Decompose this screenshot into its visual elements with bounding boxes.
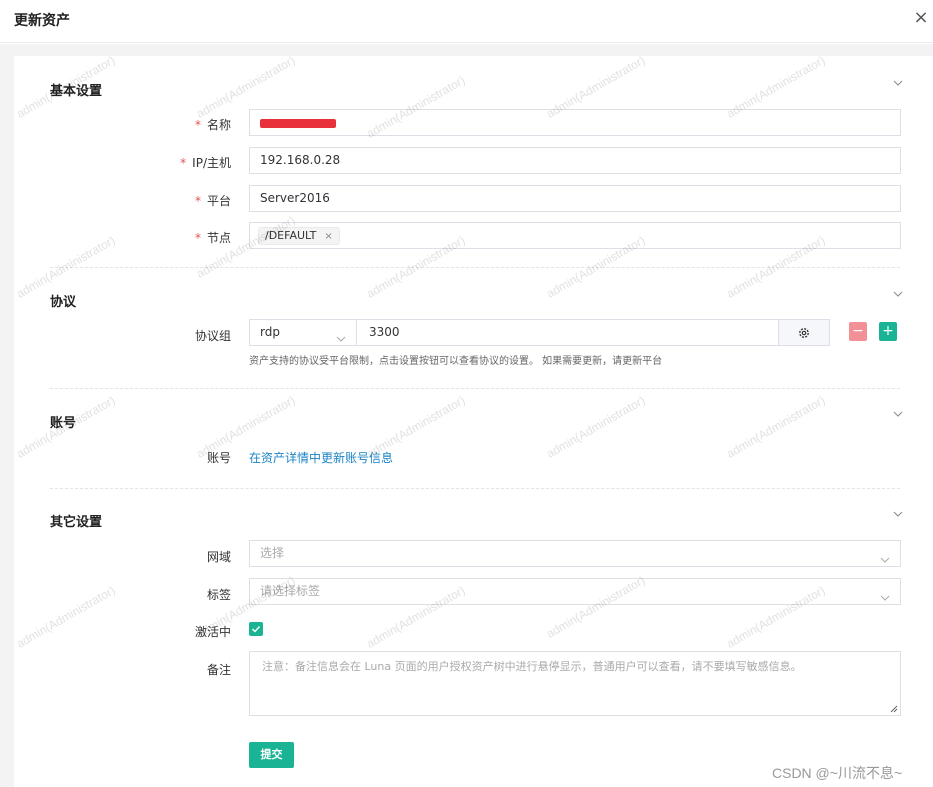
labels-select[interactable]: 请选择标签	[249, 578, 901, 605]
protocol-help-text: 资产支持的协议受平台限制，点击设置按钮可以查看协议的设置。 如果需要更新，请更新…	[249, 356, 663, 367]
domain-select[interactable]: 选择	[249, 540, 901, 567]
name-input[interactable]	[249, 109, 901, 136]
divider	[50, 388, 900, 389]
tag-remove-icon[interactable]: ×	[324, 231, 332, 242]
close-icon[interactable]: ×	[911, 8, 931, 28]
section-title-account: 账号	[50, 416, 77, 431]
comment-textarea[interactable]: 注意：备注信息会在 Luna 页面的用户授权资产树中进行悬停显示，普通用户可以查…	[249, 651, 901, 716]
section-title-other: 其它设置	[50, 515, 103, 530]
resize-handle-icon[interactable]	[890, 705, 898, 713]
labels-label: 标签	[206, 588, 231, 602]
protocol-select[interactable]: rdp	[249, 319, 357, 346]
protocol-settings-button[interactable]	[778, 319, 830, 346]
chevron-down-icon	[880, 587, 890, 601]
platform-label: * 平台	[194, 194, 231, 208]
chevron-down-icon[interactable]	[893, 289, 903, 299]
node-label: * 节点	[194, 231, 231, 245]
active-label: 激活中	[194, 625, 231, 639]
node-tag: /DEFAULT ×	[258, 227, 340, 245]
domain-label: 网域	[206, 550, 231, 564]
dialog-header: 更新资产 ×	[0, 0, 933, 43]
host-label: * IP/主机	[180, 156, 231, 170]
divider	[50, 267, 900, 268]
protocol-label: 协议组	[194, 329, 231, 343]
host-input[interactable]: 192.168.0.28	[249, 147, 901, 174]
chevron-down-icon[interactable]	[893, 509, 903, 519]
section-title-protocol: 协议	[50, 295, 77, 310]
chevron-down-icon	[336, 328, 346, 342]
check-icon	[252, 626, 261, 633]
account-label: 账号	[206, 451, 231, 465]
redacted-value	[260, 119, 336, 128]
csdn-watermark: CSDN @~川流不息~	[772, 765, 903, 781]
update-account-link[interactable]: 在资产详情中更新账号信息	[249, 449, 393, 466]
dialog-title: 更新资产	[14, 13, 70, 29]
platform-input[interactable]: Server2016	[249, 185, 901, 212]
chevron-down-icon[interactable]	[893, 78, 903, 88]
chevron-down-icon	[880, 549, 890, 563]
protocol-port-input[interactable]: 3300	[356, 319, 779, 346]
add-protocol-button[interactable]: +	[879, 322, 897, 341]
name-label: * 名称	[194, 118, 231, 132]
gear-icon	[799, 327, 809, 338]
divider	[50, 488, 900, 489]
section-title-basic: 基本设置	[50, 84, 103, 99]
comment-label: 备注	[206, 663, 231, 677]
remove-protocol-button[interactable]: −	[849, 322, 867, 341]
active-checkbox[interactable]	[249, 622, 263, 636]
submit-button[interactable]: 提交	[249, 742, 294, 768]
chevron-down-icon[interactable]	[893, 409, 903, 419]
node-select[interactable]: /DEFAULT ×	[249, 222, 901, 249]
